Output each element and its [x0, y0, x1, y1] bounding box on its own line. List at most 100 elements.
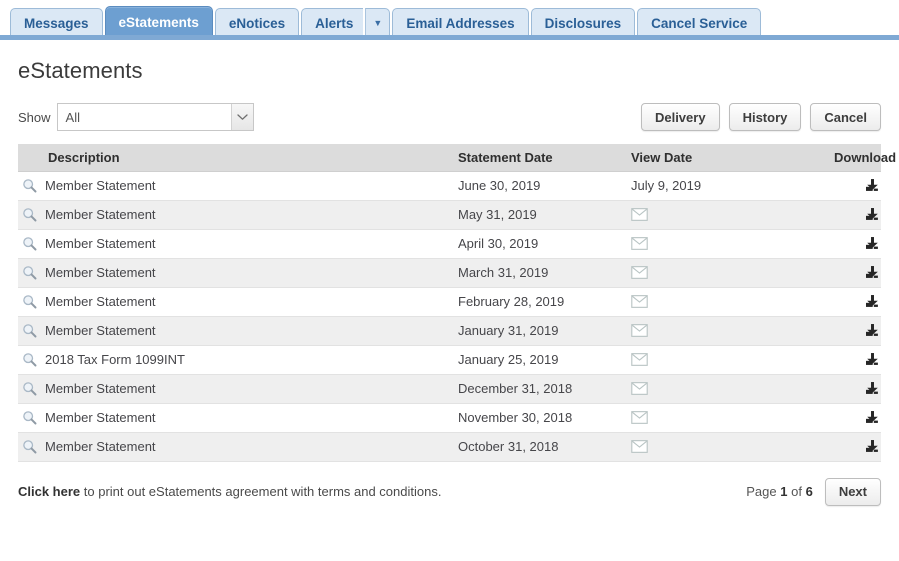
- statement-date-text: June 30, 2019: [458, 178, 541, 193]
- magnifier-icon[interactable]: [22, 178, 37, 193]
- magnifier-icon[interactable]: [22, 352, 37, 367]
- cell-view-date: [631, 403, 826, 433]
- cell-download: [826, 171, 881, 201]
- download-icon[interactable]: [834, 207, 879, 222]
- table-row[interactable]: Member Statement October 31, 2018: [18, 432, 881, 462]
- statement-date-text: November 30, 2018: [458, 410, 573, 425]
- envelope-icon[interactable]: [631, 237, 818, 250]
- download-icon[interactable]: [834, 294, 879, 309]
- envelope-icon[interactable]: [631, 382, 818, 395]
- magnifier-icon[interactable]: [22, 207, 37, 222]
- pagination-of-word: of: [791, 484, 802, 499]
- magnifier-icon[interactable]: [22, 236, 37, 251]
- download-icon[interactable]: [834, 178, 879, 193]
- tab-alerts[interactable]: Alerts: [301, 8, 364, 38]
- tab-label: eNotices: [228, 15, 286, 31]
- cell-download: [826, 432, 881, 462]
- column-header-statement-date[interactable]: Statement Date: [458, 144, 631, 172]
- cell-view-date: July 9, 2019: [631, 171, 826, 201]
- tab-bar: Messages eStatements eNotices Alerts ▼ E…: [0, 0, 899, 40]
- magnifier-icon[interactable]: [22, 265, 37, 280]
- agreement-link[interactable]: Click here: [18, 484, 80, 499]
- chevron-down-icon: [230, 104, 253, 130]
- download-icon[interactable]: [834, 265, 879, 280]
- tab-messages[interactable]: Messages: [10, 8, 103, 38]
- description-text: Member Statement: [45, 410, 156, 425]
- tab-label: Alerts: [315, 15, 354, 31]
- description-text: Member Statement: [45, 236, 156, 251]
- cell-description: Member Statement: [18, 316, 458, 346]
- estatements-table: Description Statement Date View Date Dow…: [18, 144, 896, 462]
- table-row[interactable]: Member Statement March 31, 2019: [18, 258, 881, 288]
- description-text: 2018 Tax Form 1099INT: [45, 352, 185, 367]
- column-header-view-date[interactable]: View Date: [631, 144, 826, 172]
- download-icon[interactable]: [834, 323, 879, 338]
- table-row[interactable]: Member Statement December 31, 2018: [18, 374, 881, 404]
- statement-date-text: December 31, 2018: [458, 381, 573, 396]
- envelope-icon[interactable]: [631, 266, 818, 279]
- download-icon[interactable]: [834, 439, 879, 454]
- page-title: eStatements: [18, 58, 143, 83]
- column-header-download[interactable]: Download: [826, 144, 896, 172]
- table-row[interactable]: 2018 Tax Form 1099INT January 25, 2019: [18, 345, 881, 375]
- magnifier-icon[interactable]: [22, 294, 37, 309]
- cell-description: Member Statement: [18, 374, 458, 404]
- tab-alerts-dropdown[interactable]: ▼: [365, 8, 391, 38]
- table-row[interactable]: Member Statement January 31, 2019: [18, 316, 881, 346]
- envelope-icon[interactable]: [631, 440, 818, 453]
- tab-label: Cancel Service: [651, 15, 748, 31]
- tab-email-addresses[interactable]: Email Addresses: [392, 8, 529, 38]
- download-icon[interactable]: [834, 236, 879, 251]
- envelope-icon[interactable]: [631, 295, 818, 308]
- magnifier-icon[interactable]: [22, 439, 37, 454]
- cell-statement-date: November 30, 2018: [458, 403, 631, 433]
- history-button[interactable]: History: [728, 103, 802, 131]
- show-filter-select[interactable]: All: [56, 103, 254, 131]
- cell-download: [826, 374, 881, 404]
- tab-estatements[interactable]: eStatements: [104, 6, 213, 38]
- column-header-description[interactable]: Description: [18, 144, 458, 172]
- cell-download: [826, 345, 881, 375]
- magnifier-icon[interactable]: [22, 381, 37, 396]
- cell-description: Member Statement: [18, 229, 458, 259]
- magnifier-icon[interactable]: [22, 410, 37, 425]
- download-icon[interactable]: [834, 352, 879, 367]
- tab-disclosures[interactable]: Disclosures: [530, 8, 636, 38]
- magnifier-icon[interactable]: [22, 323, 37, 338]
- tab-label: Email Addresses: [406, 15, 515, 31]
- envelope-icon[interactable]: [631, 411, 818, 424]
- tab-label: Disclosures: [544, 15, 622, 31]
- cell-statement-date: January 31, 2019: [458, 316, 631, 346]
- cell-view-date: [631, 316, 826, 346]
- download-icon[interactable]: [834, 410, 879, 425]
- table-row[interactable]: Member Statement June 30, 2019 July 9, 201…: [18, 171, 881, 201]
- cell-statement-date: April 30, 2019: [458, 229, 631, 259]
- cell-statement-date: December 31, 2018: [458, 374, 631, 404]
- description-text: Member Statement: [45, 207, 156, 222]
- cell-statement-date: May 31, 2019: [458, 200, 631, 230]
- toolbar: Show All Delivery History Cancel: [18, 102, 881, 132]
- envelope-icon[interactable]: [631, 324, 818, 337]
- download-icon[interactable]: [834, 381, 879, 396]
- cell-download: [826, 316, 881, 346]
- table-row[interactable]: Member Statement February 28, 2019: [18, 287, 881, 317]
- table-row[interactable]: Member Statement May 31, 2019: [18, 200, 881, 230]
- cell-download: [826, 229, 881, 259]
- next-page-button[interactable]: Next: [824, 477, 881, 506]
- cell-view-date: [631, 200, 826, 230]
- cancel-button[interactable]: Cancel: [810, 103, 881, 131]
- statement-date-text: March 31, 2019: [458, 265, 549, 280]
- delivery-button[interactable]: Delivery: [640, 103, 720, 131]
- table-row[interactable]: Member Statement November 30, 2018: [18, 403, 881, 433]
- table-footer: Click here to print out eStatements agre…: [18, 477, 881, 506]
- envelope-icon[interactable]: [631, 208, 818, 221]
- tab-cancel-service[interactable]: Cancel Service: [637, 8, 762, 38]
- statement-date-text: April 30, 2019: [458, 236, 539, 251]
- show-label: Show: [18, 109, 51, 125]
- table-row[interactable]: Member Statement April 30, 2019: [18, 229, 881, 259]
- description-text: Member Statement: [45, 381, 156, 396]
- tab-enotices[interactable]: eNotices: [214, 8, 300, 38]
- cell-download: [826, 287, 881, 317]
- statement-date-text: January 31, 2019: [458, 323, 559, 338]
- envelope-icon[interactable]: [631, 353, 818, 366]
